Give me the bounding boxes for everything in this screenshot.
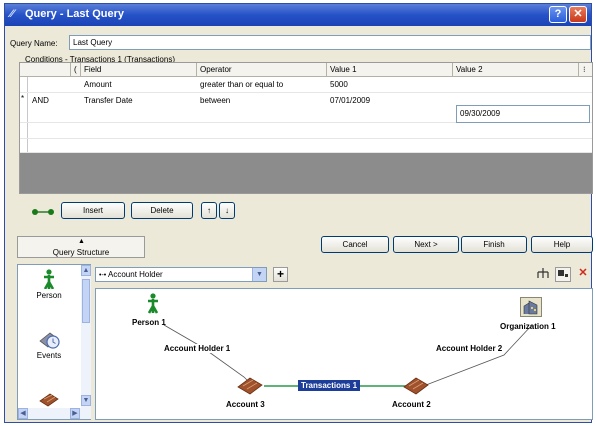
grid-empty-area xyxy=(20,153,592,193)
column-header-paren[interactable]: ( xyxy=(74,65,77,74)
scroll-right-icon[interactable]: ▶ xyxy=(70,408,80,419)
link-type-select[interactable]: •-• Account Holder ▼ xyxy=(95,267,267,282)
palette-scrollbar[interactable]: ▲ ▼ xyxy=(81,265,91,419)
delete-button[interactable]: Delete xyxy=(131,202,193,219)
events-icon xyxy=(39,332,60,349)
grid-header: ( Field Operator Value 1 Value 2 ⁝ xyxy=(20,63,592,77)
palette-label-person: Person xyxy=(36,291,62,300)
value2-input[interactable]: 09/30/2009 xyxy=(456,105,590,123)
palette-label-events: Events xyxy=(36,351,62,360)
current-row-marker: * xyxy=(21,94,25,103)
query-structure-toggle[interactable]: ▲ Query Structure xyxy=(17,236,145,258)
expand-up-icon: ▲ xyxy=(78,238,85,245)
table-row[interactable]: Amount greater than or equal to 5000 xyxy=(20,77,592,93)
account-icon xyxy=(403,377,429,395)
query-window: ⁄⁄ Query - Last Query ? ✕ Query Name: La… xyxy=(4,3,593,423)
edge-label-holder-2[interactable]: Account Holder 2 xyxy=(436,344,503,353)
palette-item-account[interactable] xyxy=(24,391,74,409)
node-label-organization: Organization 1 xyxy=(500,322,556,331)
cell-field[interactable]: Amount xyxy=(84,80,112,89)
edge-label-transactions-selected[interactable]: Transactions 1 xyxy=(298,380,361,391)
node-account-3[interactable] xyxy=(236,375,264,397)
column-header-value1[interactable]: Value 1 xyxy=(330,65,357,74)
palette-item-person[interactable]: Person xyxy=(24,269,74,300)
node-account-2[interactable] xyxy=(402,375,430,397)
help-icon[interactable]: ? xyxy=(549,6,567,23)
link-type-value: Account Holder xyxy=(108,270,163,279)
palette-hscrollbar[interactable]: ◀ ▶ xyxy=(18,408,81,419)
title-bar[interactable]: ⁄⁄ Query - Last Query ? ✕ xyxy=(5,4,591,26)
edge-label-holder-1[interactable]: Account Holder 1 xyxy=(164,344,231,353)
account-icon xyxy=(39,393,59,407)
next-button[interactable]: Next > xyxy=(393,236,459,253)
scroll-up-icon[interactable]: ▲ xyxy=(81,265,91,276)
cancel-button[interactable]: Cancel xyxy=(321,236,389,253)
column-menu-icon[interactable]: ⁝ xyxy=(583,65,586,74)
help-button[interactable]: Help xyxy=(531,236,593,253)
insert-button[interactable]: Insert xyxy=(61,202,125,219)
column-header-value2[interactable]: Value 2 xyxy=(456,65,483,74)
empty-row[interactable] xyxy=(20,123,592,139)
delete-node-icon[interactable]: ✕ xyxy=(575,267,591,282)
cell-field[interactable]: Transfer Date xyxy=(84,96,133,105)
column-header-operator[interactable]: Operator xyxy=(200,65,232,74)
join-icon xyxy=(32,209,54,215)
query-name-input[interactable]: Last Query xyxy=(69,35,591,50)
move-down-button[interactable]: ↓ xyxy=(219,202,235,219)
node-organization-1[interactable] xyxy=(520,297,542,317)
node-label-account-2: Account 2 xyxy=(392,400,431,409)
cell-operator[interactable]: greater than or equal to xyxy=(200,80,283,89)
conditions-grid: ( Field Operator Value 1 Value 2 ⁝ Amoun… xyxy=(19,62,593,194)
add-link-button[interactable]: + xyxy=(273,267,288,282)
close-icon[interactable]: ✕ xyxy=(569,6,587,23)
window-title: Query - Last Query xyxy=(25,8,125,20)
node-label-person: Person 1 xyxy=(132,318,166,327)
person-icon xyxy=(43,269,55,290)
link-type-icon: •-• xyxy=(99,272,107,279)
chevron-down-icon[interactable]: ▼ xyxy=(252,268,266,281)
cell-operator[interactable]: between xyxy=(200,96,230,105)
scroll-down-icon[interactable]: ▼ xyxy=(81,395,91,406)
diagram-edges xyxy=(163,324,533,387)
cell-logic[interactable]: AND xyxy=(32,96,49,105)
query-icon: ⁄⁄ xyxy=(10,8,14,20)
move-up-button[interactable]: ↑ xyxy=(201,202,217,219)
node-person-1[interactable] xyxy=(146,293,160,317)
scroll-thumb[interactable] xyxy=(82,279,90,323)
cell-value1[interactable]: 07/01/2009 xyxy=(330,96,370,105)
node-label-account-3: Account 3 xyxy=(226,400,265,409)
entity-palette: Person Events ▲ ▼ ◀ ▶ xyxy=(17,264,91,420)
query-structure-panel: •-• Account Holder ▼ + ✕ Person 1 Organi… xyxy=(95,264,593,420)
hierarchy-layout-icon[interactable] xyxy=(535,267,551,282)
column-header-field[interactable]: Field xyxy=(84,65,101,74)
account-icon xyxy=(237,377,263,395)
query-structure-label: Query Structure xyxy=(52,248,110,257)
properties-icon[interactable] xyxy=(555,267,571,282)
empty-row[interactable] xyxy=(20,139,592,153)
palette-item-events[interactable]: Events xyxy=(24,327,74,360)
organization-icon xyxy=(523,300,538,315)
finish-button[interactable]: Finish xyxy=(461,236,527,253)
query-diagram: Person 1 Organization 1 Account Holder 1… xyxy=(95,288,593,420)
person-icon xyxy=(147,293,159,314)
query-name-label: Query Name: xyxy=(10,39,58,48)
cell-value1[interactable]: 5000 xyxy=(330,80,348,89)
scroll-left-icon[interactable]: ◀ xyxy=(18,408,28,419)
